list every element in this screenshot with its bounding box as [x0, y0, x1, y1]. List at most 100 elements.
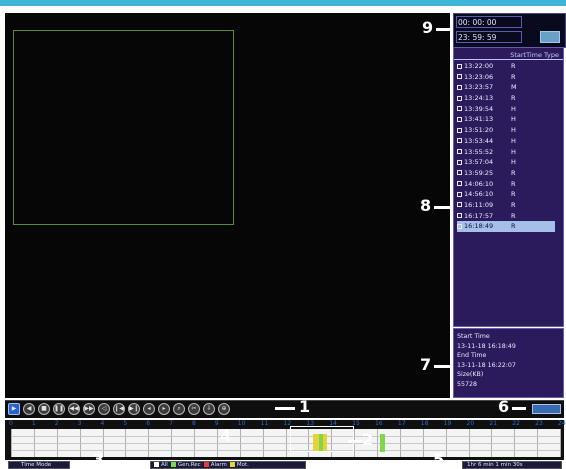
file-list-item[interactable]: 16:17:57 R	[457, 211, 562, 222]
end-time-field[interactable]: 23: 59: 59	[456, 31, 522, 43]
file-checkbox[interactable]	[457, 159, 462, 165]
file-checkbox[interactable]	[457, 181, 462, 187]
file-list-item[interactable]: 14:06:10 R	[457, 179, 562, 190]
file-checkbox[interactable]	[457, 149, 462, 154]
stop-button[interactable]: ■	[38, 403, 50, 415]
file-list-item[interactable]: 13:51:20 H	[457, 125, 562, 136]
step-forward-button[interactable]: ▶❙	[128, 403, 140, 415]
callout-5-line	[446, 462, 462, 465]
file-list-item[interactable]: 13:55:52 H	[457, 147, 562, 158]
legend-label: Alarm	[210, 462, 227, 468]
top-strip	[0, 0, 566, 6]
file-list-item[interactable]: 13:39:54 H	[457, 104, 562, 115]
file-checkbox[interactable]	[457, 84, 462, 90]
file-checkbox[interactable]	[457, 116, 462, 122]
file-start-time: 13:23:57	[464, 83, 494, 92]
file-list-item[interactable]: 13:57:04 H	[457, 157, 562, 168]
fast-forward-icon: ▶▶	[84, 405, 94, 412]
file-list-item[interactable]: 13:24:13 R	[457, 93, 562, 104]
search-icon: ⌕	[177, 405, 181, 412]
file-start-time: 13:23:06	[464, 72, 494, 81]
hour-label: 23	[535, 420, 543, 427]
file-checkbox[interactable]	[457, 95, 462, 101]
file-start-time: 16:17:57	[464, 211, 494, 220]
prev-day-button[interactable]: ◂	[143, 403, 155, 415]
fast-forward-button[interactable]: ▶▶	[83, 403, 95, 415]
hour-label: 8	[192, 420, 196, 427]
zoom-button[interactable]: ⊕	[218, 403, 230, 415]
file-start-time: 13:57:04	[464, 158, 494, 167]
begin-time-field[interactable]: 00: 00: 00	[456, 16, 522, 28]
fullscreen-button[interactable]	[532, 404, 561, 414]
legend-swatch[interactable]	[229, 462, 235, 467]
file-list-item[interactable]: 14:56:10 R	[457, 189, 562, 200]
zoom-scale-selector[interactable]: 1hr 6 min 1 min 30s	[462, 461, 562, 469]
video-pane[interactable]	[13, 30, 234, 225]
file-type: R	[511, 62, 516, 70]
file-type: R	[511, 211, 516, 220]
zoom-selection-box[interactable]	[290, 426, 354, 452]
file-list-item[interactable]: 16:11:09 R	[457, 200, 562, 211]
play-icon: ▶	[11, 405, 17, 412]
file-checkbox[interactable]	[457, 127, 462, 133]
hour-label: 4	[100, 420, 105, 427]
file-type: H	[511, 147, 516, 156]
file-list-item[interactable]: 13:41:13 H	[457, 114, 562, 125]
file-type: R	[511, 190, 516, 199]
legend-label: All	[161, 462, 168, 468]
file-type: M	[511, 83, 517, 92]
file-checkbox[interactable]	[457, 106, 462, 112]
record-type-legend: All Gen.Rec Alarm Mot.	[150, 461, 306, 469]
file-start-time: 13:41:13	[464, 115, 494, 124]
end-time-label: End Time	[457, 352, 487, 360]
file-checkbox[interactable]	[457, 202, 462, 208]
file-checkbox[interactable]	[457, 191, 462, 197]
zoom-scale-label: 1hr 6 min 1 min 30s	[467, 462, 523, 468]
hour-label: 16	[375, 420, 383, 427]
file-type: H	[511, 158, 516, 167]
file-list-item[interactable]: 13:22:00 R	[457, 61, 562, 72]
hour-gridline	[560, 429, 561, 457]
file-list-item[interactable]: 16:18:49 R	[457, 221, 555, 232]
step-back-button[interactable]: ❙◀	[113, 403, 125, 415]
legend-swatch[interactable]	[203, 462, 209, 467]
file-list-panel: StartTime Type 13:22:00 R 13:23:06 R 13:23:5…	[453, 47, 564, 327]
timeline-panel[interactable]: 0 1 2 3 4 5 6 7 8 9 10 11 12 13 14 15 16 17 18 19 20 21 22 23 24	[5, 420, 566, 460]
callout-2: 2	[362, 430, 374, 449]
clip-button[interactable]: ✂	[188, 403, 200, 415]
next-day-icon: ▸	[162, 405, 166, 412]
file-checkbox[interactable]	[457, 138, 462, 144]
backup-button[interactable]: ⇩	[203, 403, 215, 415]
file-info-panel: Start Time 13-11-18 16:18:49 End Time 13…	[453, 328, 564, 398]
fast-rewind-button[interactable]: ◀◀	[68, 403, 80, 415]
file-list-item[interactable]: 13:53:44 H	[457, 136, 562, 147]
callout-8-line	[434, 206, 452, 209]
play-button[interactable]: ▶	[8, 403, 20, 415]
legend-swatch[interactable]	[170, 462, 176, 467]
record-segment[interactable]	[380, 434, 385, 452]
callout-6: 6	[498, 397, 510, 416]
callout-3: 3	[93, 450, 105, 469]
file-checkbox[interactable]	[457, 74, 462, 80]
hour-labels: 0 1 2 3 4 5 6 7 8 9 10 11 12 13 14 15 16 17 18 19 20 21 22 23 24	[5, 420, 566, 428]
pause-button[interactable]: ❚❚	[53, 403, 65, 415]
file-checkbox[interactable]	[457, 213, 462, 219]
file-checkbox[interactable]	[457, 223, 462, 229]
video-playback-area[interactable]	[5, 13, 450, 398]
file-type: R	[511, 94, 516, 103]
search-go-button[interactable]	[540, 31, 560, 43]
file-list-item[interactable]: 13:59:25 R	[457, 168, 562, 179]
search-button[interactable]: ⌕	[173, 403, 185, 415]
next-day-button[interactable]: ▸	[158, 403, 170, 415]
legend-swatch[interactable]	[154, 462, 159, 467]
file-type: R	[511, 200, 516, 209]
slow-button[interactable]: ◁	[98, 403, 110, 415]
time-mode-button[interactable]: Time Mode	[8, 461, 70, 469]
stop-icon: ■	[41, 405, 47, 412]
file-list-item[interactable]: 13:23:57 M	[457, 82, 562, 93]
file-type: H	[511, 104, 516, 113]
file-checkbox[interactable]	[457, 170, 462, 176]
file-checkbox[interactable]	[457, 63, 462, 69]
file-list-item[interactable]: 13:23:06 R	[457, 72, 562, 83]
reverse-button[interactable]: ◀	[23, 403, 35, 415]
